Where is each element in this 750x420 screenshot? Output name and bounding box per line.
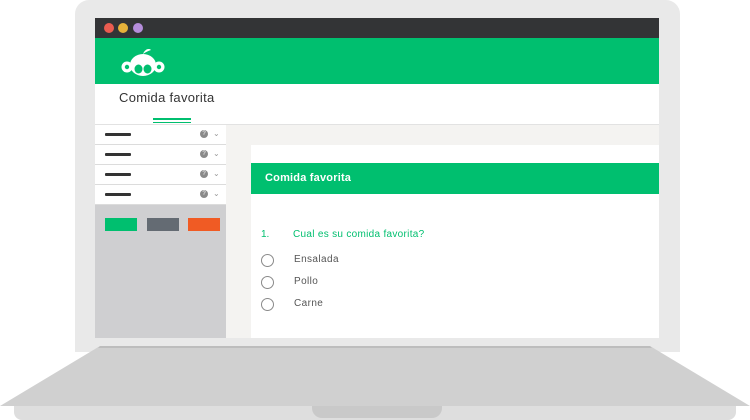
title-tab-indicator xyxy=(153,118,191,120)
minimize-window-button[interactable] xyxy=(118,23,128,33)
close-window-button[interactable] xyxy=(104,23,114,33)
help-icon[interactable]: ? xyxy=(200,130,208,138)
answer-label: Pollo xyxy=(294,276,319,287)
chevron-down-icon[interactable]: ⌄ xyxy=(213,149,220,158)
window-titlebar xyxy=(95,18,659,38)
page-title: Comida favorita xyxy=(265,172,352,184)
radio-button[interactable] xyxy=(261,298,274,311)
question-text: Cual es su comida favorita? xyxy=(293,229,425,240)
zoom-window-button[interactable] xyxy=(133,23,143,33)
laptop-screen: Comida favorita ? ⌄ ? ⌄ ? ⌄ ? ⌄ Comida f… xyxy=(95,18,659,338)
sidebar-row[interactable]: ? ⌄ xyxy=(95,185,226,205)
survey-canvas: Comida favorita 1. Cual es su comida fav… xyxy=(226,125,659,338)
sidebar-orange-button[interactable] xyxy=(188,218,220,231)
sidebar-row-placeholder xyxy=(105,173,131,176)
answer-label: Ensalada xyxy=(294,254,339,265)
sidebar-gray-button[interactable] xyxy=(147,218,179,231)
radio-button[interactable] xyxy=(261,276,274,289)
help-icon[interactable]: ? xyxy=(200,150,208,158)
sidebar-row[interactable]: ? ⌄ xyxy=(95,165,226,185)
sidebar-row-placeholder xyxy=(105,193,131,196)
brand-header xyxy=(95,38,659,84)
sidebar-row[interactable]: ? ⌄ xyxy=(95,145,226,165)
builder-sidebar: ? ⌄ ? ⌄ ? ⌄ ? ⌄ xyxy=(95,125,226,338)
survey-page-card: Comida favorita 1. Cual es su comida fav… xyxy=(251,145,659,338)
sidebar-row-placeholder xyxy=(105,133,131,136)
survey-title-bar: Comida favorita xyxy=(95,84,659,125)
question-number: 1. xyxy=(261,229,270,240)
chevron-down-icon[interactable]: ⌄ xyxy=(213,129,220,138)
laptop-base xyxy=(0,346,750,406)
page-header: Comida favorita xyxy=(251,163,659,194)
sidebar-row[interactable]: ? ⌄ xyxy=(95,125,226,145)
survey-title: Comida favorita xyxy=(119,90,215,105)
laptop-notch xyxy=(312,406,442,418)
title-tab-indicator-line xyxy=(153,122,191,123)
answer-label: Carne xyxy=(294,298,324,309)
chevron-down-icon[interactable]: ⌄ xyxy=(213,169,220,178)
help-icon[interactable]: ? xyxy=(200,190,208,198)
chevron-down-icon[interactable]: ⌄ xyxy=(213,189,220,198)
sidebar-green-button[interactable] xyxy=(105,218,137,231)
help-icon[interactable]: ? xyxy=(200,170,208,178)
radio-button[interactable] xyxy=(261,254,274,267)
surveymonkey-logo-icon[interactable] xyxy=(119,43,167,79)
sidebar-row-placeholder xyxy=(105,153,131,156)
